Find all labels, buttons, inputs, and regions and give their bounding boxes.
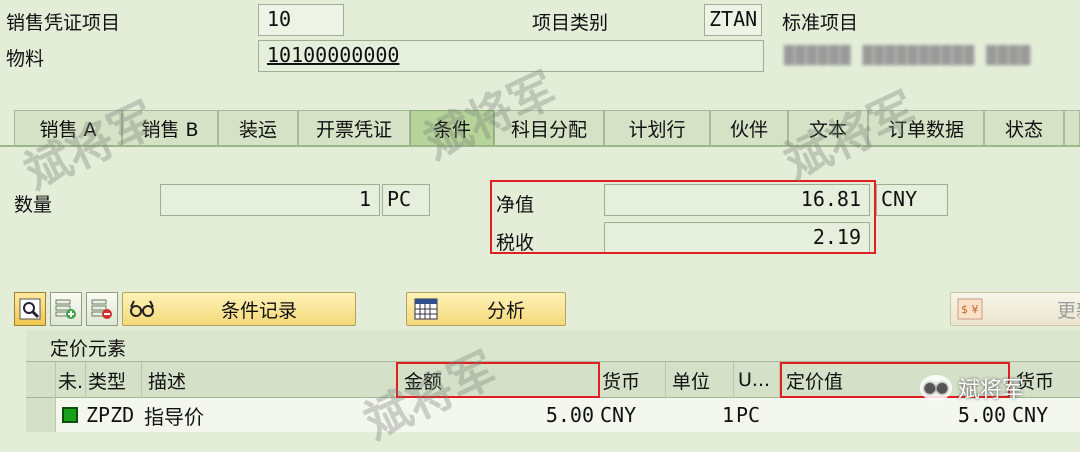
quantity-label: 数量 bbox=[14, 194, 53, 216]
cell-type: ZPZD bbox=[86, 403, 135, 427]
col-description[interactable]: 描述 bbox=[142, 362, 398, 398]
item-category-label: 项目类别 bbox=[532, 12, 609, 34]
insert-row-button[interactable] bbox=[50, 292, 82, 326]
delete-row-icon bbox=[91, 299, 112, 319]
col-selector[interactable] bbox=[26, 362, 56, 398]
tab-sales-a[interactable]: 销售 A bbox=[14, 110, 122, 146]
col-per[interactable]: 单位 bbox=[666, 362, 734, 398]
currency-update-icon: $ ¥ bbox=[955, 294, 985, 324]
tax-field[interactable]: 2.19 bbox=[604, 222, 870, 254]
item-category-field[interactable]: ZTAN bbox=[704, 4, 762, 36]
cell-description: 指导价 bbox=[144, 404, 204, 429]
row-selector[interactable] bbox=[26, 398, 56, 432]
tab-billing[interactable]: 开票凭证 bbox=[298, 110, 410, 146]
col-uom[interactable]: U... bbox=[734, 362, 780, 398]
net-value-field[interactable]: 16.81 bbox=[604, 184, 870, 216]
tab-order-data[interactable]: 订单数据 bbox=[868, 110, 984, 146]
tab-status[interactable]: 状态 bbox=[984, 110, 1064, 146]
material-label: 物料 bbox=[6, 48, 45, 70]
net-value-label: 净值 bbox=[496, 194, 535, 216]
glasses-icon bbox=[127, 294, 157, 324]
col-currency[interactable]: 货币 bbox=[600, 362, 666, 398]
col-inactive[interactable]: 未. bbox=[56, 362, 86, 398]
item-detail-button[interactable] bbox=[14, 292, 46, 326]
tax-label: 税收 bbox=[496, 232, 535, 254]
currency-field[interactable]: CNY bbox=[876, 184, 948, 216]
quantity-unit-field[interactable]: PC bbox=[382, 184, 430, 216]
doc-item-field[interactable]: 10 bbox=[258, 4, 344, 36]
tab-more[interactable] bbox=[1064, 110, 1080, 146]
doc-item-label: 销售凭证项目 bbox=[6, 12, 121, 34]
cell-currency[interactable]: CNY bbox=[600, 398, 664, 432]
tab-account-assignment[interactable]: 科目分配 bbox=[494, 110, 604, 146]
delete-row-button[interactable] bbox=[86, 292, 118, 326]
insert-row-icon bbox=[55, 299, 76, 319]
brand-badge: ●● 斌将军 bbox=[920, 372, 1024, 404]
cell-per[interactable]: 1 bbox=[666, 398, 734, 432]
tab-schedule-lines[interactable]: 计划行 bbox=[604, 110, 710, 146]
item-category-desc: 标准项目 bbox=[782, 12, 859, 34]
col-type[interactable]: 类型 bbox=[86, 362, 142, 398]
condition-record-button[interactable]: 条件记录 bbox=[122, 292, 356, 326]
analysis-button[interactable]: 分析 bbox=[406, 292, 566, 326]
quantity-field[interactable]: 1 bbox=[160, 184, 380, 216]
tab-texts[interactable]: 文本 bbox=[788, 110, 868, 146]
magnifier-icon bbox=[19, 298, 41, 320]
tab-shipping[interactable]: 装运 bbox=[218, 110, 298, 146]
table-grid-icon bbox=[411, 294, 441, 324]
tab-sales-b[interactable]: 销售 B bbox=[122, 110, 218, 146]
tab-partners[interactable]: 伙伴 bbox=[710, 110, 788, 146]
pricing-title: 定价元素 bbox=[26, 330, 1080, 362]
tab-conditions[interactable]: 条件 bbox=[410, 110, 494, 146]
active-status-icon bbox=[60, 398, 80, 432]
material-description: ██████ ██████████ ████ bbox=[784, 46, 1032, 66]
svg-text:$ ¥: $ ¥ bbox=[961, 303, 979, 316]
wechat-icon: ●● bbox=[920, 375, 952, 401]
cell-amount[interactable]: 5.00 bbox=[398, 398, 594, 432]
col-amount[interactable]: 金额 bbox=[398, 362, 600, 398]
material-field[interactable]: 10100000000 bbox=[258, 40, 764, 72]
update-button[interactable]: $ ¥ 更新 bbox=[950, 292, 1080, 326]
tab-strip: 销售 A 销售 B 装运 开票凭证 条件 科目分配 计划行 伙伴 文本 订单数据… bbox=[0, 110, 1080, 146]
tab-divider bbox=[0, 145, 1080, 147]
cell-uom[interactable]: PC bbox=[736, 398, 780, 432]
